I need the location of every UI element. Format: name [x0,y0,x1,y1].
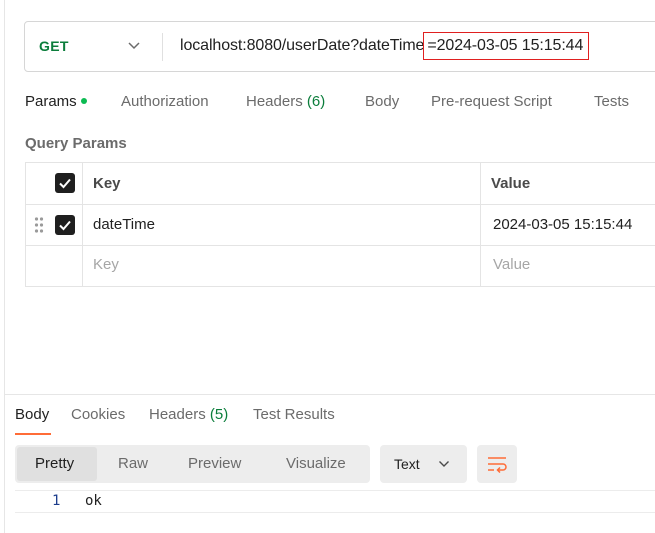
response-body-content[interactable]: ok [85,493,102,509]
view-mode-visualize[interactable]: Visualize [286,455,346,472]
table-row-divider [26,245,655,246]
active-tab-underline [15,433,51,435]
url-input[interactable]: localhost:8080/userDate?dateTime =2024-03… [180,32,590,60]
response-tab-body[interactable]: Body [15,406,49,423]
checkbox-checked-icon [59,220,71,231]
view-mode-pretty[interactable]: Pretty [35,455,74,472]
table-col-divider [480,163,481,286]
response-tab-test-results[interactable]: Test Results [253,406,335,423]
param-value-cell[interactable]: 2024-03-05 15:15:44 [493,216,632,233]
response-tab-body-label: Body [15,406,50,423]
tab-authorization[interactable]: Authorization [121,93,209,110]
view-mode-preview[interactable]: Preview [188,455,241,472]
left-gutter [4,0,5,533]
tab-pre-request-script-label: Pre-request Script [431,93,552,110]
tab-headers-count: (6) [306,93,326,110]
response-tab-headers[interactable]: Headers (5) [149,406,228,423]
query-params-title: Query Params [25,135,127,152]
tab-params[interactable]: Params [25,93,87,110]
chevron-down-icon[interactable] [127,40,141,50]
response-tab-test-results-label: Test Results [253,406,335,423]
param-key-cell[interactable]: dateTime [93,216,155,233]
tab-headers-label: Headers [246,93,303,110]
response-body-bottom-border [15,512,655,513]
url-prefix: localhost:8080/userDate?dateTime [180,37,425,54]
url-divider [162,33,163,61]
table-col-divider [82,163,83,286]
tab-authorization-label: Authorization [121,93,209,110]
column-header-key: Key [93,175,121,192]
params-active-dot [80,98,87,104]
response-tab-cookies-label: Cookies [71,406,126,423]
method-selector[interactable]: GET [39,38,69,54]
url-highlight-box: =2024-03-05 15:15:44 [423,32,590,60]
word-wrap-icon [488,457,507,473]
response-body-top-border [15,490,655,491]
checkbox-checked-icon [59,178,71,189]
format-dropdown-label: Text [394,456,420,472]
tab-headers[interactable]: Headers (6) [246,93,325,110]
new-value-input[interactable]: Value [493,256,530,273]
chevron-down-icon [439,461,449,467]
response-tab-cookies[interactable]: Cookies [71,406,125,423]
drag-handle-icon[interactable] [34,216,44,234]
new-key-input[interactable]: Key [93,256,119,273]
line-number: 1 [52,493,61,509]
view-mode-raw[interactable]: Raw [118,455,148,472]
response-tab-headers-label: Headers [149,406,206,423]
response-divider [4,394,655,395]
tab-params-label: Params [25,93,77,110]
tab-tests-label: Tests [594,93,630,110]
response-tab-headers-count: (5) [209,406,229,423]
row-checkbox[interactable] [55,215,75,235]
column-header-value: Value [491,175,531,192]
table-header-divider [26,204,655,205]
tab-tests[interactable]: Tests [594,93,629,110]
tab-body[interactable]: Body [365,93,399,110]
tab-pre-request-script[interactable]: Pre-request Script [431,93,552,110]
tab-body-label: Body [365,93,400,110]
select-all-checkbox[interactable] [55,173,75,193]
